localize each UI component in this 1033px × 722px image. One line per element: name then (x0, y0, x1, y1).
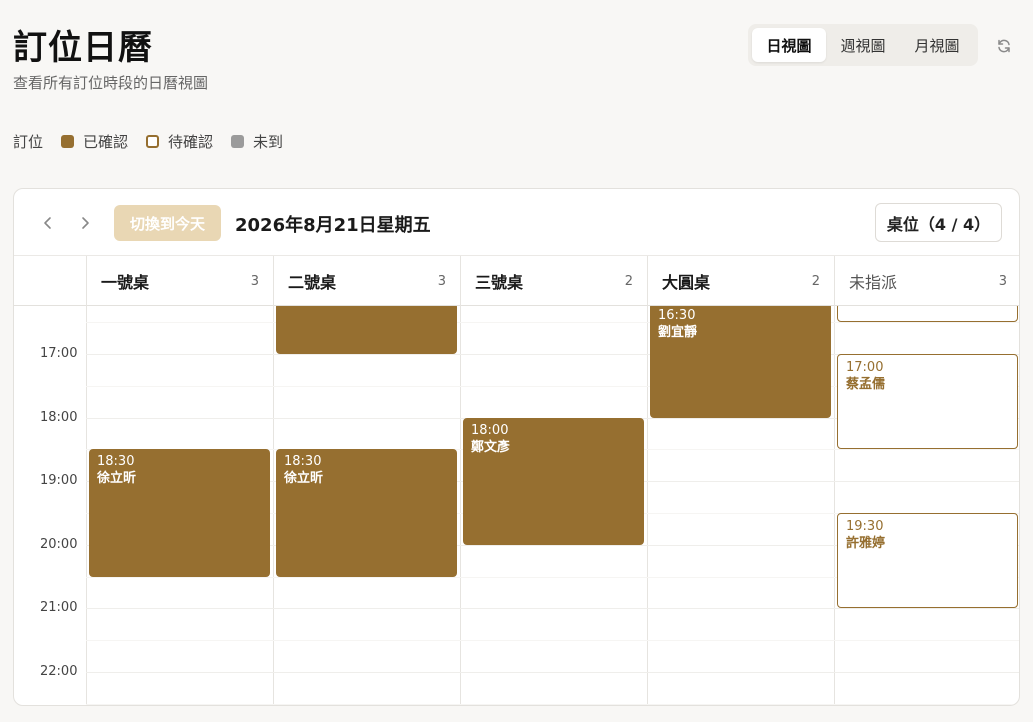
reservation-guest-name: 許雅婷 (846, 536, 886, 551)
column-count: 3 (998, 273, 1007, 289)
time-label: 19:00 (40, 473, 78, 489)
reservation-time: 19:30 (846, 519, 884, 534)
confirmed-swatch (61, 134, 75, 148)
refresh-icon[interactable] (992, 34, 1016, 58)
reservation-block[interactable]: 17:00 蔡孟儒 (837, 354, 1018, 450)
legend-item-label: 已確認 (83, 132, 129, 151)
hour-gridline (86, 640, 1019, 642)
column-header: 二號桌 3 (273, 256, 460, 306)
reservation-guest-name: 徐立昕 (284, 471, 324, 487)
chevron-left-icon[interactable] (36, 211, 60, 235)
column-header: 三號桌 2 (460, 256, 647, 306)
column-count: 2 (811, 273, 820, 289)
month-view-button[interactable]: 月視圖 (900, 28, 974, 62)
column-count: 2 (624, 273, 633, 289)
reservation-time: 16:30 (658, 308, 696, 324)
reservation-block[interactable]: 18:30 徐立昕 (276, 449, 457, 577)
chevron-right-icon[interactable] (73, 211, 97, 235)
noshow-swatch (231, 134, 245, 148)
legend-label: 訂位 (13, 132, 44, 151)
calendar-card: 切換到今天 2026年8月21日星期五 桌位（4 / 4） 一號桌 3 二號桌 3 三號… (13, 188, 1020, 706)
page-subtitle: 查看所有訂位時段的日曆視圖 (13, 74, 209, 92)
column-name: 三號桌 (475, 273, 524, 292)
legend-item-noshow: 未到 (231, 131, 283, 152)
legend-item-label: 待確認 (168, 132, 214, 151)
reservation-guest-name: 鄭文彥 (471, 439, 511, 455)
reservation-block[interactable]: 18:30 徐立昕 (89, 449, 270, 577)
time-label: 18:00 (40, 409, 78, 425)
view-switcher: 日視圖 週視圖 月視圖 (748, 24, 978, 66)
legend-item-pending: 待確認 (146, 131, 213, 152)
reservation-block[interactable]: 16:30 劉宜靜 (650, 306, 831, 418)
page-title: 訂位日曆 (13, 28, 153, 68)
reservation-block[interactable] (837, 306, 1018, 323)
column-header-row: 一號桌 3 二號桌 3 三號桌 2 大圓桌 2 未指派 3 (14, 256, 1019, 306)
column-name: 二號桌 (288, 273, 337, 292)
tables-filter-button[interactable]: 桌位（4 / 4） (875, 203, 1002, 242)
page: 訂位日曆 查看所有訂位時段的日曆視圖 日視圖 週視圖 月視圖 訂位 已確認 待確… (0, 0, 1033, 722)
time-label: 20:00 (40, 536, 78, 552)
column-name: 未指派 (849, 273, 898, 292)
reservation-block[interactable]: 19:30 許雅婷 (837, 513, 1018, 609)
calendar-toolbar: 切換到今天 2026年8月21日星期五 桌位（4 / 4） (14, 189, 1019, 256)
status-legend: 訂位 已確認 待確認 未到 (13, 130, 301, 152)
legend-item-confirmed: 已確認 (61, 131, 128, 152)
column-divider (86, 306, 87, 705)
time-grid: 17:00 18:00 19:00 20:00 21:00 22:00 16:30 劉宜靜 17… (14, 306, 1019, 705)
legend-item-label: 未到 (253, 132, 284, 151)
day-view-button[interactable]: 日視圖 (752, 28, 826, 62)
reservation-guest-name: 徐立昕 (97, 471, 137, 487)
today-button[interactable]: 切換到今天 (114, 205, 221, 241)
hour-gridline (86, 322, 1019, 324)
reservation-time: 18:30 (97, 454, 135, 470)
time-label: 22:00 (40, 664, 78, 679)
column-count: 3 (250, 273, 259, 289)
column-name: 大圓桌 (662, 273, 711, 292)
column-name: 一號桌 (101, 273, 150, 292)
column-divider (273, 306, 274, 705)
reservation-block[interactable] (276, 306, 457, 354)
pending-swatch (146, 134, 160, 148)
column-divider (834, 306, 835, 705)
reservation-guest-name: 蔡孟儒 (846, 377, 886, 392)
column-divider (647, 306, 648, 705)
reservation-time: 18:30 (284, 454, 322, 470)
hour-gridline (86, 608, 1019, 610)
column-divider (460, 306, 461, 705)
column-header: 未指派 3 (834, 256, 1019, 306)
hour-gridline (86, 672, 1019, 673)
reservation-time: 18:00 (471, 422, 509, 438)
column-header: 大圓桌 2 (647, 256, 834, 306)
column-count: 3 (437, 273, 446, 289)
reservation-block[interactable]: 18:00 鄭文彥 (463, 417, 644, 545)
time-label: 17:00 (40, 346, 78, 361)
reservation-time: 17:00 (846, 360, 884, 375)
reservation-guest-name: 劉宜靜 (658, 325, 698, 341)
week-view-button[interactable]: 週視圖 (826, 28, 900, 62)
column-header: 一號桌 3 (86, 256, 273, 306)
current-date-label: 2026年8月21日星期五 (235, 215, 431, 236)
hour-gridline (86, 703, 1019, 705)
time-label: 21:00 (40, 600, 78, 616)
